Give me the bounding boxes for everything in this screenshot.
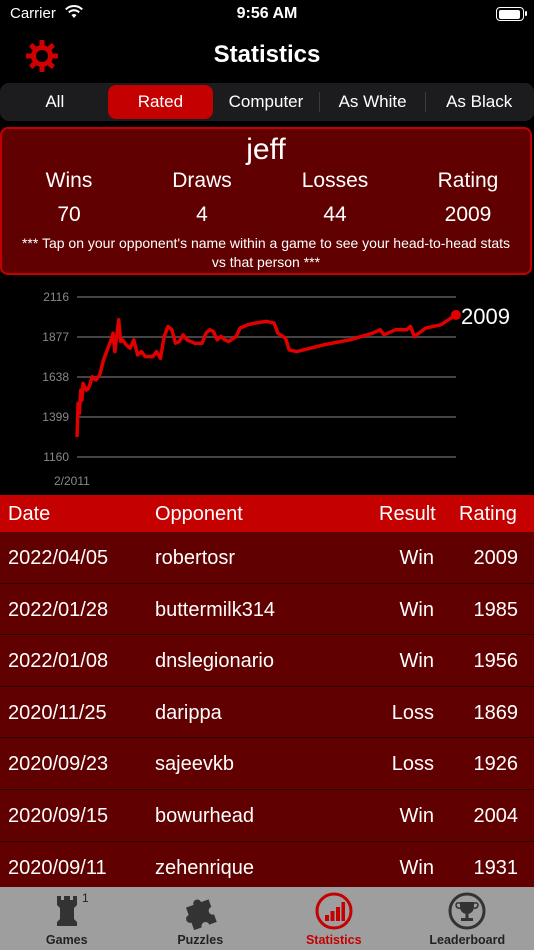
y-tick-label: 2116 [43,290,69,304]
segment-label: As White [338,92,407,111]
rating-history-chart: 2116 1877 1638 1399 1160 2/2011 2009 [0,284,534,494]
clock: 9:56 AM [236,5,298,22]
segment-label: As Black [446,92,513,111]
games-table: 2022/04/05 robertosr Win 2009 2022/01/28… [0,532,534,894]
tab-label: Leaderboard [429,933,506,947]
row-date: 2020/09/11 [8,856,107,879]
table-row[interactable]: 2022/04/05 robertosr Win 2009 [0,532,534,584]
header-date: Date [8,503,51,525]
row-opponent[interactable]: sajeevkb [155,753,234,776]
segment-all[interactable]: All [2,85,108,119]
segment-label: Computer [228,92,304,111]
segment-as-black[interactable]: As Black [426,85,532,119]
segment-rated[interactable]: Rated [107,85,214,119]
puzzle-icon [178,891,222,931]
battery-icon [496,7,527,21]
wins-label: Wins [45,169,93,192]
header-result: Result [379,503,436,525]
wins-stat: Wins 70 [4,169,134,227]
row-result: Win [399,856,434,879]
tab-games[interactable]: 1 Games [0,887,134,950]
losses-label: Losses [301,169,369,192]
row-result: Win [399,547,434,569]
table-row[interactable]: 2020/09/11 zehenrique Win 1931 [0,841,534,894]
row-rating: 2004 [473,804,519,827]
draws-value: 4 [196,203,208,226]
row-opponent[interactable]: dnslegionario [155,650,274,673]
x-start-label: 2/2011 [54,474,90,488]
row-opponent[interactable]: buttermilk314 [155,599,275,622]
draws-label: Draws [172,169,232,192]
row-rating: 1869 [473,701,519,724]
current-rating-point [451,309,461,320]
row-result: Win [399,598,434,621]
table-row[interactable]: 2020/09/23 sajeevkb Loss 1926 [0,738,534,790]
row-date: 2020/11/25 [8,701,107,724]
row-result: Win [399,804,434,827]
games-badge: 1 [82,891,89,905]
y-tick-label: 1160 [43,450,69,464]
row-opponent[interactable]: robertosr [155,547,235,570]
tab-leaderboard[interactable]: Leaderboard [401,887,534,950]
row-rating: 1956 [473,650,519,673]
losses-stat: Losses 44 [270,169,400,227]
filter-segmented-control: All Rated Computer As White As Black [0,83,534,121]
current-rating-label: 2009 [461,304,510,329]
row-rating: 2009 [473,547,519,569]
rating-chart-svg: 2116 1877 1638 1399 1160 2/2011 2009 [42,290,510,488]
stats-chart-icon [312,891,356,931]
row-rating: 1926 [473,753,519,776]
row-opponent[interactable]: darippa [155,702,222,725]
page-title: Statistics [213,41,321,68]
row-opponent[interactable]: bowurhead [155,805,254,828]
y-tick-label: 1877 [42,330,69,344]
row-date: 2020/09/23 [8,753,109,776]
y-tick-label: 1399 [42,410,69,424]
row-result: Loss [391,701,434,724]
rating-value: 2009 [444,203,492,226]
draws-stat: Draws 4 [137,169,267,227]
row-rating: 1931 [473,856,519,879]
table-row[interactable]: 2020/11/25 darippa Loss 1869 [0,686,534,739]
row-rating: 1985 [473,598,519,621]
status-bar: Carrier 9:56 AM [0,0,534,30]
tab-label: Statistics [305,933,362,947]
rating-label: Rating [437,169,499,192]
segment-label: Rated [137,92,184,111]
row-date: 2020/09/15 [8,804,109,827]
tab-label: Puzzles [177,933,224,947]
wins-value: 70 [57,203,81,226]
segment-label: All [45,92,65,111]
trophy-icon [445,891,489,931]
player-name: jeff [246,133,286,166]
rating-stat: Rating 2009 [403,169,533,227]
head-to-head-tip: *** Tap on your opponent's name within a… [21,235,511,270]
segment-computer[interactable]: Computer [213,85,319,119]
row-result: Win [399,650,434,673]
tab-bar: 1 Games Puzzles Statistics Leaderboard [0,887,534,950]
y-tick-label: 1638 [42,370,69,384]
row-date: 2022/01/28 [8,598,109,621]
header-rating: Rating [459,503,517,525]
row-opponent[interactable]: zehenrique [155,857,254,880]
segment-as-white[interactable]: As White [320,85,426,119]
rating-series-line [75,313,457,437]
row-date: 2022/01/08 [8,650,109,673]
table-row[interactable]: 2022/01/08 dnslegionario Win 1956 [0,635,534,687]
tab-puzzles[interactable]: Puzzles [134,887,268,950]
row-date: 2022/04/05 [8,547,109,569]
tab-statistics[interactable]: Statistics [267,887,401,950]
row-result: Loss [391,753,434,776]
table-row[interactable]: 2022/01/28 buttermilk314 Win 1985 [0,583,534,636]
summary-card: jeff Wins 70 Draws 4 Losses 44 Rating 20… [0,127,532,275]
navigation-bar: Statistics [0,30,534,80]
games-table-header: Date Opponent Result Rating [0,495,534,532]
table-row[interactable]: 2020/09/15 bowurhead Win 2004 [0,789,534,842]
tab-label: Games [45,933,88,947]
header-opponent: Opponent [155,503,243,525]
losses-value: 44 [323,203,347,226]
